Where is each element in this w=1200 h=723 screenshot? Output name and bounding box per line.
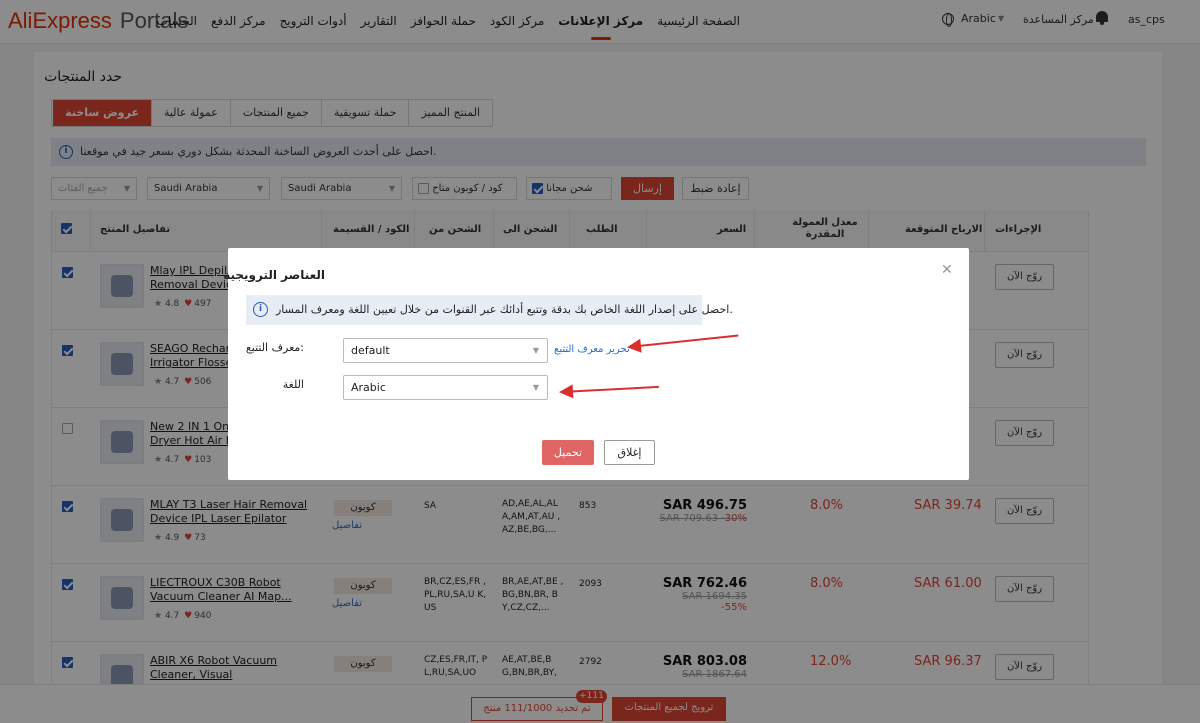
tracking-id-select[interactable]: default ▼ <box>343 338 548 363</box>
edit-tracking-id-link[interactable]: تحرير معرف التتبع <box>554 344 630 355</box>
dialog-info-text: احصل على إصدار اللغة الخاص بك بدقة وتتبع… <box>276 303 733 316</box>
chevron-down-icon: ▼ <box>532 346 539 355</box>
tracking-id-label: معرف التتبع: <box>245 341 304 354</box>
language-value: Arabic <box>351 381 386 394</box>
tracking-id-value: default <box>351 344 390 357</box>
chevron-down-icon: ▼ <box>532 383 539 392</box>
close-button[interactable]: إغلاق <box>604 440 655 465</box>
promotional-materials-dialog: العناصر الترويجية ✕ i احصل على إصدار الل… <box>223 248 969 480</box>
load-button[interactable]: تحميل <box>542 440 594 465</box>
language-label: اللغة <box>282 378 304 391</box>
close-icon[interactable]: ✕ <box>941 262 953 278</box>
language-select[interactable]: Arabic ▼ <box>343 375 548 400</box>
dialog-title: العناصر الترويجية <box>223 268 325 282</box>
info-icon: i <box>253 302 268 317</box>
dialog-info-banner: i احصل على إصدار اللغة الخاص بك بدقة وتت… <box>246 295 733 325</box>
